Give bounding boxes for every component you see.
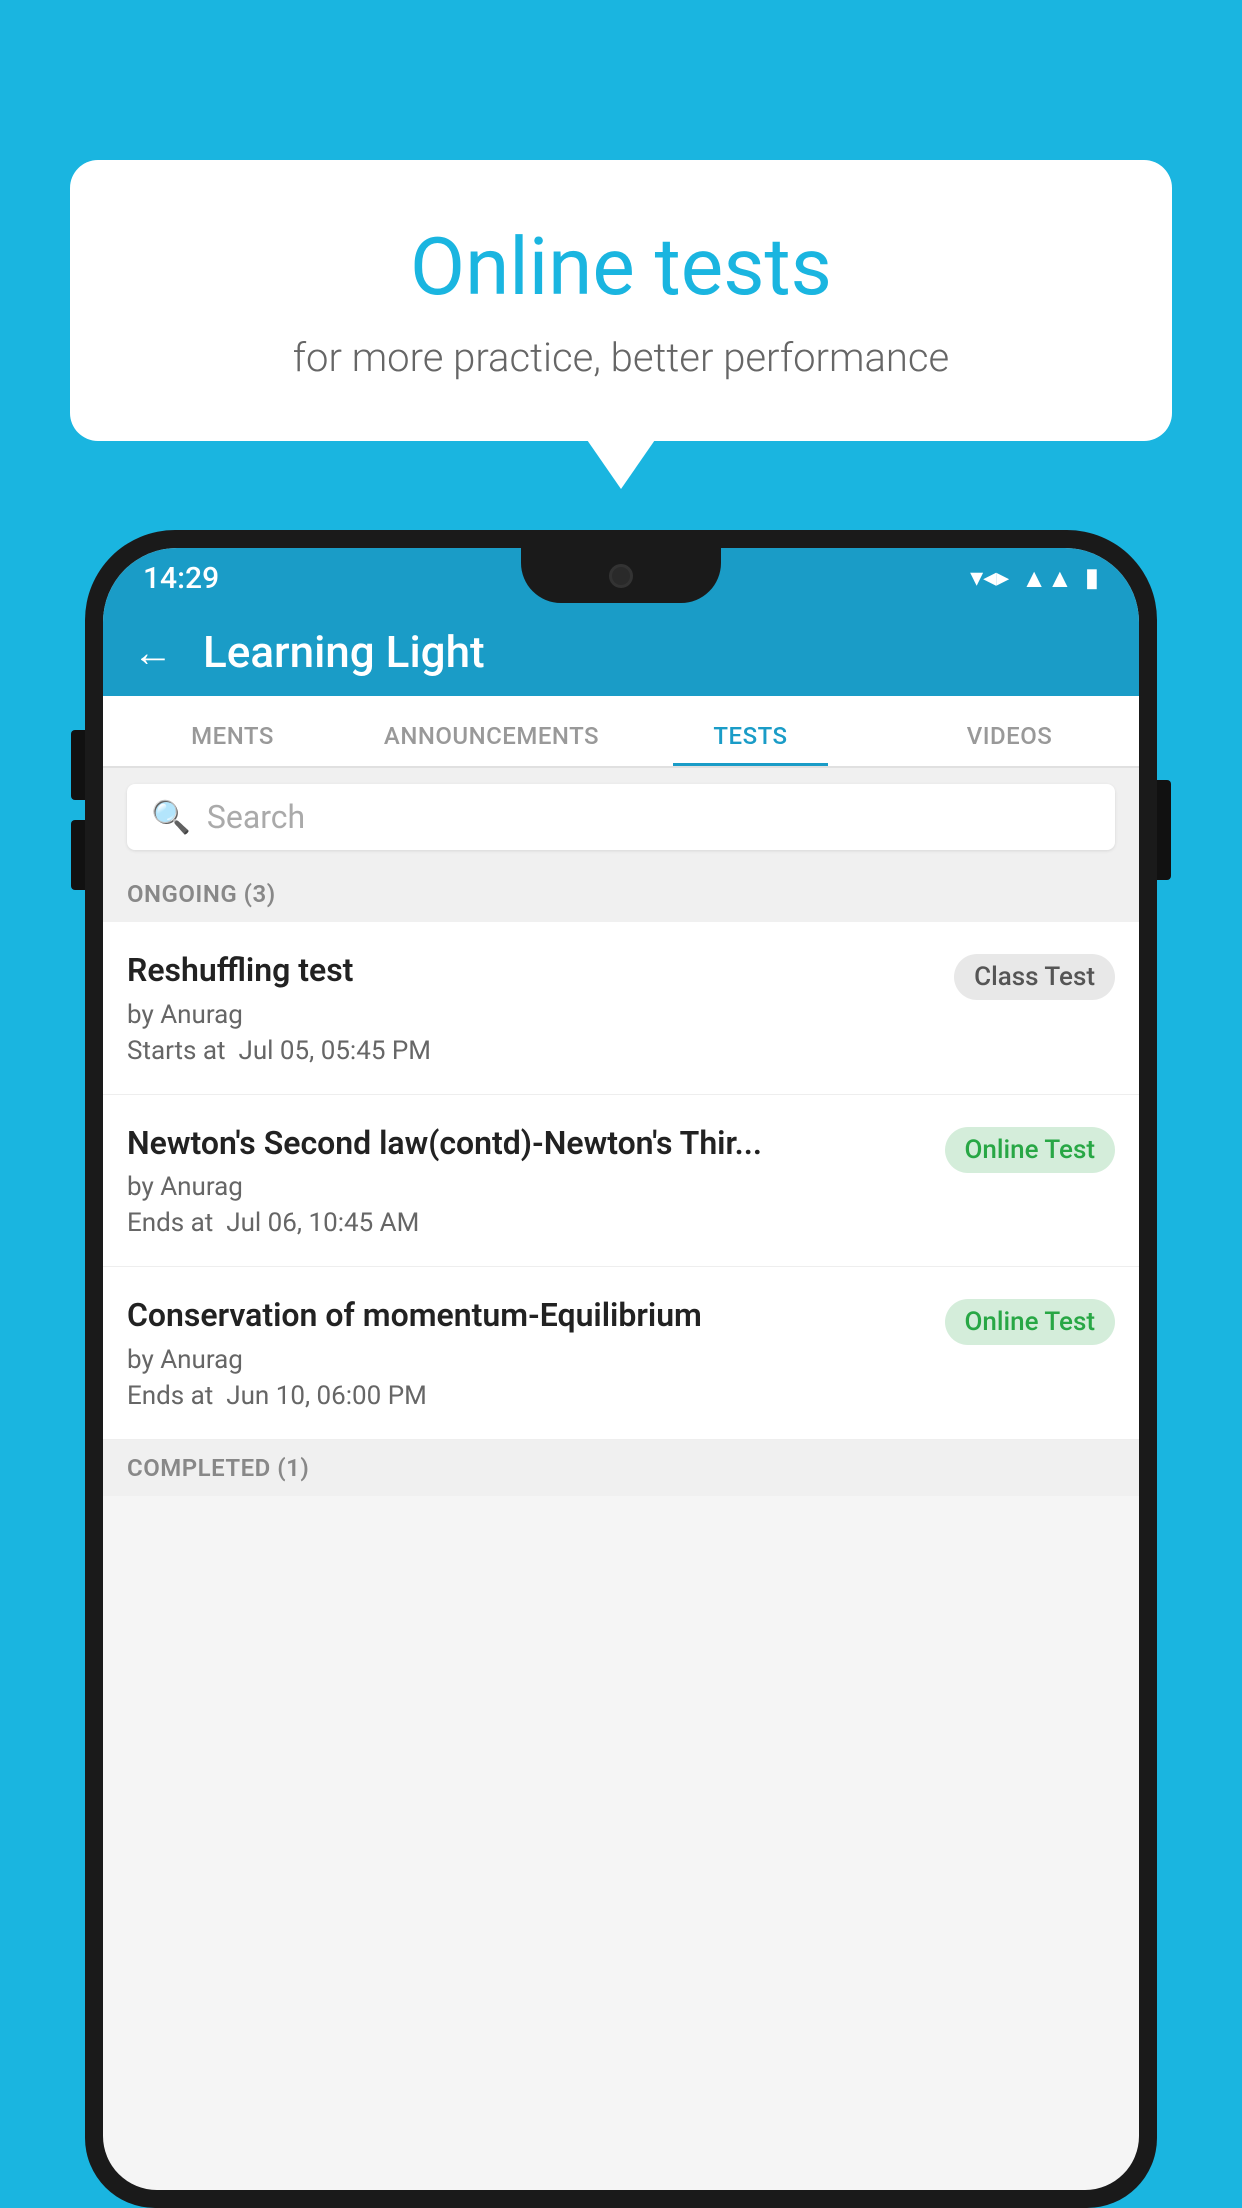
test-info: Conservation of momentum-Equilibrium by … (127, 1295, 945, 1411)
phone-frame: 14:29 ▾◂▸ ▲▲ ▮ ← Learning Light MENTS AN… (85, 530, 1157, 2208)
status-time: 14:29 (143, 561, 219, 596)
test-item[interactable]: Newton's Second law(contd)-Newton's Thir… (103, 1095, 1139, 1268)
tab-announcements[interactable]: ANNOUNCEMENTS (362, 722, 621, 766)
tab-tests[interactable]: TESTS (621, 722, 880, 766)
tab-videos[interactable]: VIDEOS (880, 722, 1139, 766)
bubble-subtitle: for more practice, better performance (150, 334, 1092, 381)
ongoing-section-label: ONGOING (3) (103, 866, 1139, 922)
test-name: Reshuffling test (127, 950, 934, 992)
test-badge-class: Class Test (954, 954, 1115, 1000)
test-info: Newton's Second law(contd)-Newton's Thir… (127, 1123, 945, 1239)
test-time: Ends at Jul 06, 10:45 AM (127, 1208, 925, 1238)
test-info: Reshuffling test by Anurag Starts at Jul… (127, 950, 954, 1066)
tab-ments[interactable]: MENTS (103, 722, 362, 766)
bubble-title: Online tests (150, 220, 1092, 314)
app-title: Learning Light (203, 626, 485, 678)
back-button[interactable]: ← (133, 629, 173, 676)
volume-down-button (71, 820, 85, 890)
phone-screen: 14:29 ▾◂▸ ▲▲ ▮ ← Learning Light MENTS AN… (103, 548, 1139, 2190)
search-container: 🔍 Search (103, 768, 1139, 866)
test-author: by Anurag (127, 1000, 934, 1030)
app-header: ← Learning Light (103, 608, 1139, 696)
phone-container: 14:29 ▾◂▸ ▲▲ ▮ ← Learning Light MENTS AN… (85, 530, 1157, 2208)
test-badge-online: Online Test (945, 1127, 1116, 1173)
test-time: Ends at Jun 10, 06:00 PM (127, 1381, 925, 1411)
test-time: Starts at Jul 05, 05:45 PM (127, 1036, 934, 1066)
speech-bubble-container: Online tests for more practice, better p… (70, 160, 1172, 441)
search-placeholder: Search (207, 798, 305, 836)
phone-notch (521, 548, 721, 603)
wifi-icon: ▾◂▸ (970, 563, 1009, 593)
test-list: Reshuffling test by Anurag Starts at Jul… (103, 922, 1139, 1440)
status-icons: ▾◂▸ ▲▲ ▮ (970, 563, 1099, 594)
completed-section-label: COMPLETED (1) (103, 1440, 1139, 1496)
volume-up-button (71, 730, 85, 800)
test-item[interactable]: Conservation of momentum-Equilibrium by … (103, 1267, 1139, 1440)
test-badge-online: Online Test (945, 1299, 1116, 1345)
tab-bar: MENTS ANNOUNCEMENTS TESTS VIDEOS (103, 696, 1139, 768)
test-name: Conservation of momentum-Equilibrium (127, 1295, 925, 1337)
signal-icon: ▲▲ (1021, 563, 1072, 594)
test-author: by Anurag (127, 1345, 925, 1375)
power-button (1157, 780, 1171, 880)
front-camera (609, 564, 633, 588)
test-name: Newton's Second law(contd)-Newton's Thir… (127, 1123, 925, 1165)
search-icon: 🔍 (151, 798, 191, 836)
test-author: by Anurag (127, 1172, 925, 1202)
search-bar[interactable]: 🔍 Search (127, 784, 1115, 850)
test-item[interactable]: Reshuffling test by Anurag Starts at Jul… (103, 922, 1139, 1095)
speech-bubble: Online tests for more practice, better p… (70, 160, 1172, 441)
battery-icon: ▮ (1085, 563, 1099, 593)
